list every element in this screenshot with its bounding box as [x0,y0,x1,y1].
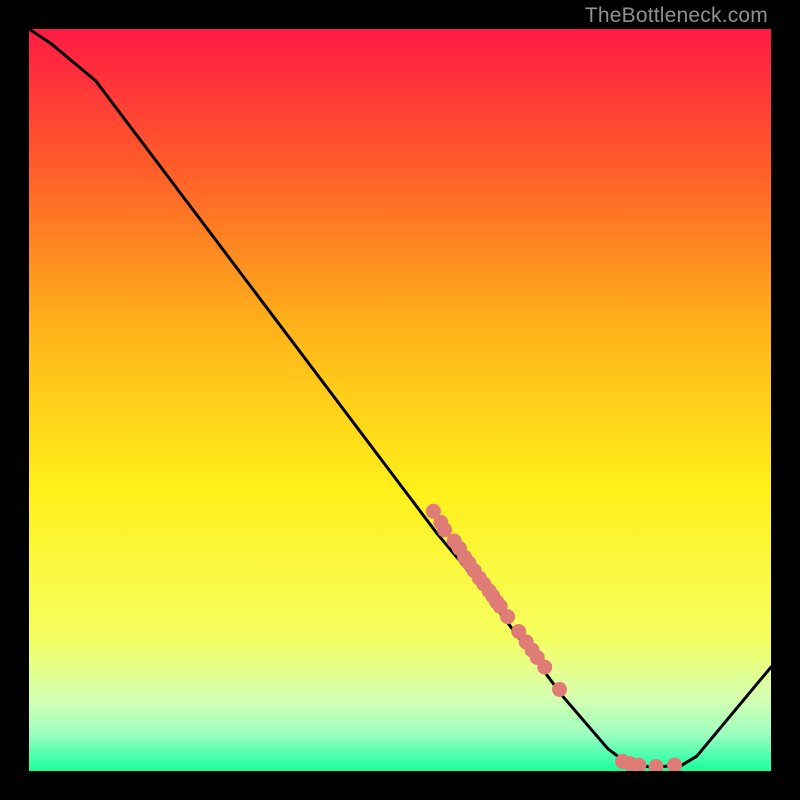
data-point [500,609,515,624]
bottleneck-chart [29,29,771,771]
watermark-text: TheBottleneck.com [585,4,768,28]
data-point [537,660,552,675]
chart-frame [29,29,771,771]
data-point [552,682,567,697]
